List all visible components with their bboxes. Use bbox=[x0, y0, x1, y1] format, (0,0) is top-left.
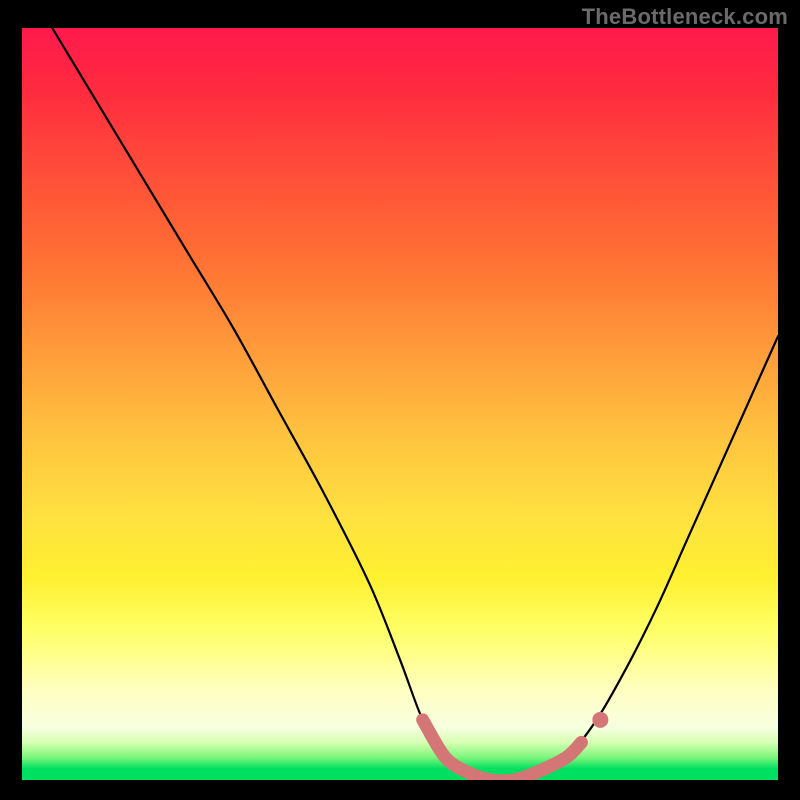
bottleneck-curve bbox=[52, 28, 778, 780]
highlight-segment bbox=[423, 720, 582, 780]
highlight-dot bbox=[592, 712, 608, 728]
chart-frame: TheBottleneck.com bbox=[0, 0, 800, 800]
chart-svg bbox=[22, 28, 778, 780]
plot-area bbox=[22, 28, 778, 780]
watermark-text: TheBottleneck.com bbox=[582, 4, 788, 30]
